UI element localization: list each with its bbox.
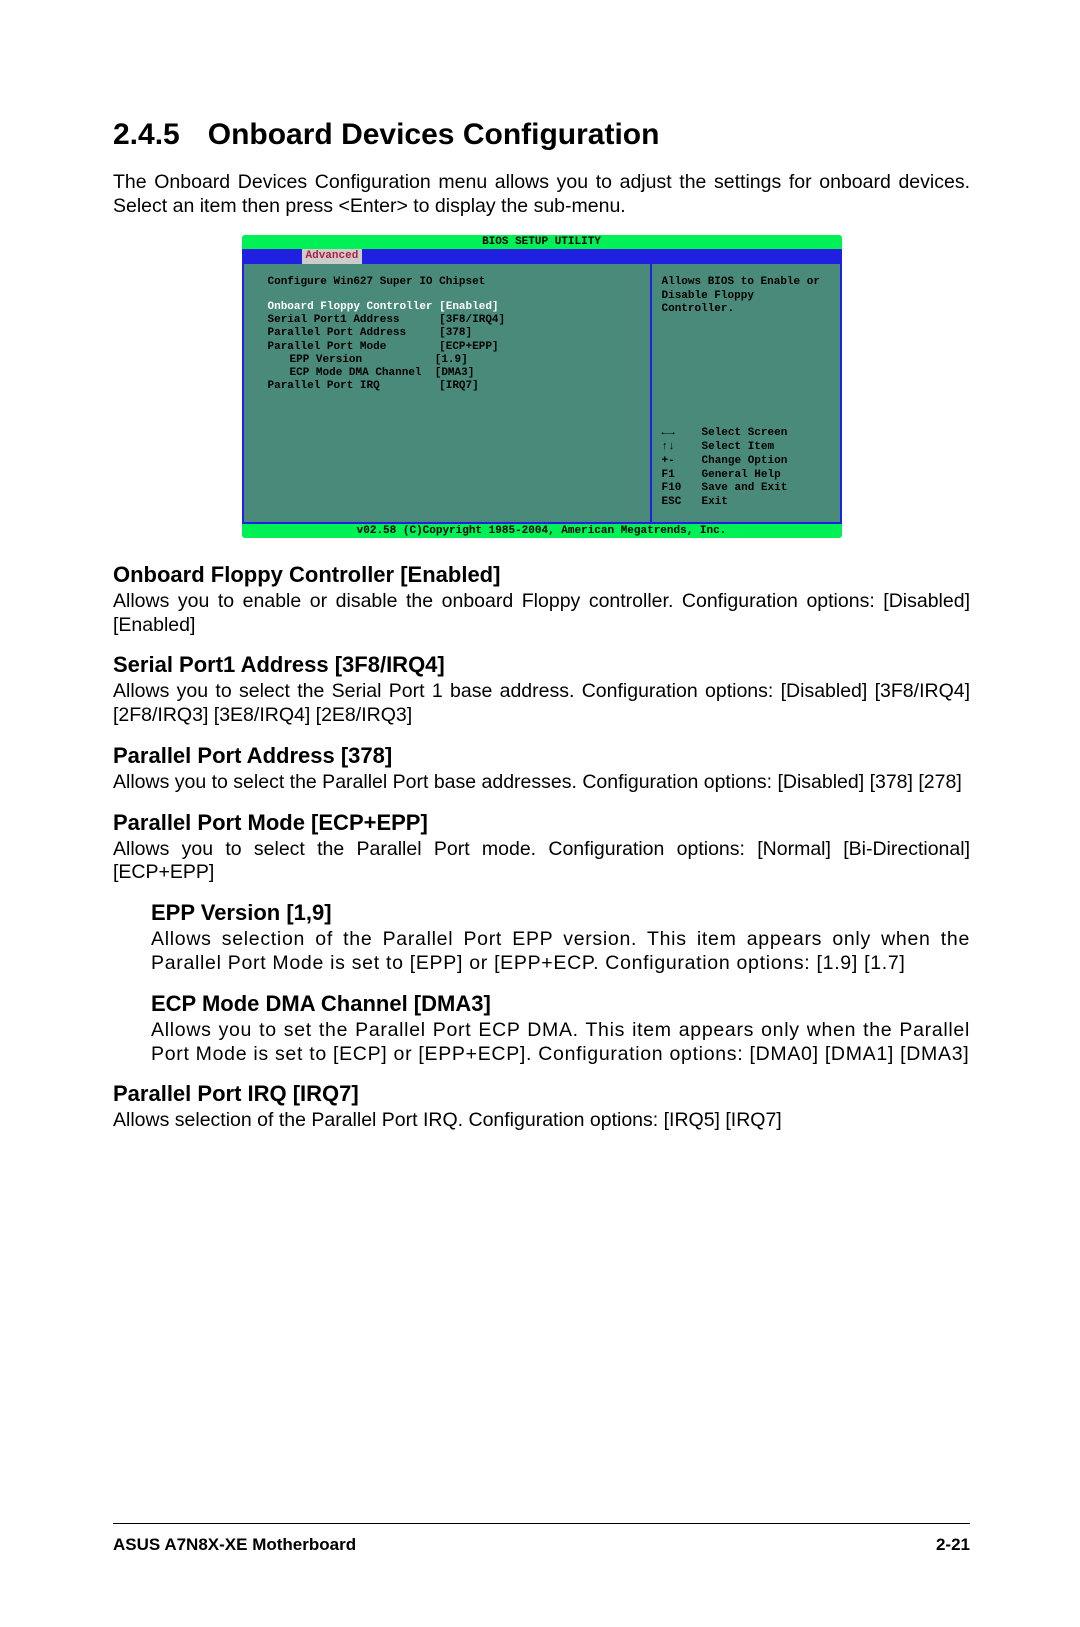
bios-key: F1	[662, 469, 702, 483]
bios-copyright: v02.58 (C)Copyright 1985-2004, American …	[242, 524, 842, 538]
bios-key-action: Select Screen	[702, 427, 788, 441]
option-heading-4: EPP Version [1,9]	[113, 900, 970, 926]
bios-help-text: Allows BIOS to Enable or Disable Floppy …	[662, 276, 830, 317]
page-footer: ASUS A7N8X-XE Motherboard 2-21	[113, 1535, 970, 1555]
bios-key: F10	[662, 482, 702, 496]
bios-subtitle: Configure Win627 Super IO Chipset	[268, 276, 640, 289]
option-heading-2: Parallel Port Address [378]	[113, 743, 970, 769]
bios-field-4[interactable]: EPP Version [1.9]	[268, 354, 640, 367]
bios-key: ↑↓	[662, 441, 702, 455]
bios-key-action: Exit	[702, 496, 728, 510]
bios-tab-advanced[interactable]: Advanced	[302, 249, 363, 264]
option-body-6: Allows selection of the Parallel Port IR…	[113, 1109, 970, 1133]
bios-field-2[interactable]: Parallel Port Address [378]	[268, 327, 640, 340]
option-heading-0: Onboard Floppy Controller [Enabled]	[113, 562, 970, 588]
bios-menu-bar: Advanced	[242, 249, 842, 264]
bios-key-row: F10Save and Exit	[662, 482, 830, 496]
section-title: Onboard Devices Configuration	[208, 118, 660, 151]
bios-key-legend: ←→Select Screen↑↓Select Item+-Change Opt…	[662, 427, 830, 510]
bios-key-row: ↑↓Select Item	[662, 441, 830, 455]
option-body-0: Allows you to enable or disable the onbo…	[113, 590, 970, 638]
intro-paragraph: The Onboard Devices Configuration menu a…	[113, 170, 970, 219]
footer-right: 2-21	[936, 1535, 970, 1555]
footer-rule	[113, 1523, 970, 1524]
option-body-4: Allows selection of the Parallel Port EP…	[113, 928, 970, 976]
bios-body: Configure Win627 Super IO Chipset Onboar…	[242, 264, 842, 524]
bios-key-action: Select Item	[702, 441, 775, 455]
bios-key-action: General Help	[702, 469, 781, 483]
bios-key-row: ←→Select Screen	[662, 427, 830, 441]
section-number: 2.4.5	[113, 118, 180, 152]
bios-field-3[interactable]: Parallel Port Mode [ECP+EPP]	[268, 341, 640, 354]
option-heading-1: Serial Port1 Address [3F8/IRQ4]	[113, 652, 970, 678]
option-body-2: Allows you to select the Parallel Port b…	[113, 771, 970, 795]
bios-key-action: Save and Exit	[702, 482, 788, 496]
bios-key-action: Change Option	[702, 455, 788, 469]
option-body-1: Allows you to select the Serial Port 1 b…	[113, 680, 970, 728]
option-heading-5: ECP Mode DMA Channel [DMA3]	[113, 991, 970, 1017]
bios-field-0[interactable]: Onboard Floppy Controller [Enabled]	[268, 301, 640, 314]
bios-key: ESC	[662, 496, 702, 510]
section-heading: 2.4.5 Onboard Devices Configuration	[113, 118, 970, 152]
bios-key-row: F1General Help	[662, 469, 830, 483]
bios-screenshot: BIOS SETUP UTILITY Advanced Configure Wi…	[242, 235, 842, 538]
bios-field-6[interactable]: Parallel Port IRQ [IRQ7]	[268, 380, 640, 393]
bios-key: +-	[662, 455, 702, 469]
option-heading-3: Parallel Port Mode [ECP+EPP]	[113, 810, 970, 836]
bios-key-row: +-Change Option	[662, 455, 830, 469]
footer-left: ASUS A7N8X-XE Motherboard	[113, 1535, 356, 1555]
bios-title: BIOS SETUP UTILITY	[242, 235, 842, 249]
bios-left-pane: Configure Win627 Super IO Chipset Onboar…	[244, 264, 650, 522]
bios-key-row: ESCExit	[662, 496, 830, 510]
bios-right-pane: Allows BIOS to Enable or Disable Floppy …	[650, 264, 840, 522]
bios-field-1[interactable]: Serial Port1 Address [3F8/IRQ4]	[268, 314, 640, 327]
bios-key: ←→	[662, 427, 702, 441]
bios-field-5[interactable]: ECP Mode DMA Channel [DMA3]	[268, 367, 640, 380]
option-heading-6: Parallel Port IRQ [IRQ7]	[113, 1081, 970, 1107]
option-body-5: Allows you to set the Parallel Port ECP …	[113, 1019, 970, 1067]
option-body-3: Allows you to select the Parallel Port m…	[113, 838, 970, 886]
